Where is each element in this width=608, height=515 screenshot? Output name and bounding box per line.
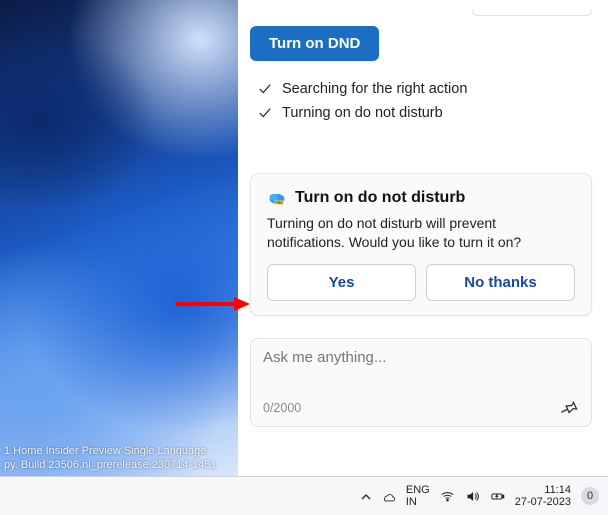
char-counter: 0/2000: [263, 401, 301, 415]
turn-on-dnd-button[interactable]: Turn on DND: [250, 26, 379, 61]
copilot-icon: PRE: [267, 188, 287, 208]
status-text: Searching for the right action: [282, 77, 467, 101]
volume-icon[interactable]: [465, 489, 480, 504]
no-thanks-button[interactable]: No thanks: [426, 264, 575, 301]
list-item: Searching for the right action: [258, 77, 592, 101]
lang-secondary: IN: [406, 496, 430, 508]
status-text: Turning on do not disturb: [282, 101, 443, 125]
ask-input[interactable]: [263, 349, 579, 377]
svg-text:PRE: PRE: [275, 201, 283, 205]
chat-scroll: Turn on DND Searching for the right acti…: [244, 0, 596, 476]
date: 27-07-2023: [515, 496, 571, 508]
notification-count[interactable]: 0: [581, 487, 599, 505]
confirm-card: PRE Turn on do not disturb Turning on do…: [250, 173, 592, 316]
taskbar[interactable]: ENG IN 11:14 27-07-2023 0: [0, 476, 608, 515]
wifi-icon[interactable]: [440, 489, 455, 504]
onedrive-icon[interactable]: [381, 489, 396, 504]
list-item: Turning on do not disturb: [258, 101, 592, 125]
watermark-line: py. Build 23506.ni_prerelease.230714-145…: [4, 458, 232, 472]
windows-watermark: 1 Home Insider Preview Single Language p…: [0, 442, 232, 476]
pin-icon[interactable]: [559, 398, 579, 418]
time: 11:14: [515, 484, 571, 496]
input-box: 0/2000: [250, 338, 592, 427]
battery-icon[interactable]: [490, 489, 505, 504]
clock[interactable]: 11:14 27-07-2023: [515, 484, 571, 508]
watermark-line: 1 Home Insider Preview Single Language: [4, 444, 232, 458]
check-icon: [258, 82, 272, 96]
card-body: Turning on do not disturb will prevent n…: [267, 214, 575, 252]
copilot-panel: Turn on DND Searching for the right acti…: [238, 0, 608, 476]
system-tray[interactable]: ENG IN 11:14 27-07-2023 0: [361, 484, 605, 508]
lang-primary: ENG: [406, 484, 430, 496]
status-list: Searching for the right action Turning o…: [258, 77, 592, 125]
yes-button[interactable]: Yes: [267, 264, 416, 301]
chevron-up-icon[interactable]: [361, 491, 371, 501]
language-indicator[interactable]: ENG IN: [406, 484, 430, 508]
desktop-wallpaper: 1 Home Insider Preview Single Language p…: [0, 0, 238, 476]
card-title: Turn on do not disturb: [295, 189, 465, 207]
check-icon: [258, 106, 272, 120]
previous-bubble-cutoff: [472, 10, 592, 16]
